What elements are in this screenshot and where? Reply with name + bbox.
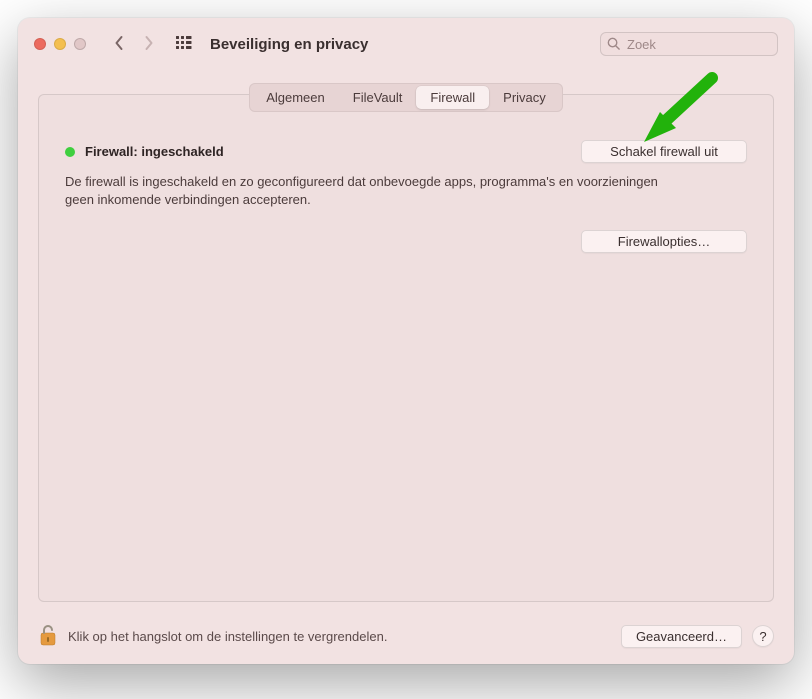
content-panel: Algemeen FileVault Firewall Privacy Fire… <box>38 94 774 602</box>
advanced-button[interactable]: Geavanceerd… <box>621 625 742 648</box>
traffic-lights <box>34 38 86 50</box>
tab-firewall[interactable]: Firewall <box>416 86 489 109</box>
tab-privacy[interactable]: Privacy <box>489 86 560 109</box>
tab-filevault[interactable]: FileVault <box>339 86 417 109</box>
window-title: Beveiliging en privacy <box>210 36 368 53</box>
chevron-left-icon[interactable] <box>114 35 124 54</box>
footer: Klik op het hangslot om de instellingen … <box>38 624 774 648</box>
grid-icon[interactable] <box>176 36 192 52</box>
nav-arrows <box>114 35 154 54</box>
firewall-status-label: Firewall: ingeschakeld <box>85 144 224 159</box>
firewall-description: De firewall is ingeschakeld en zo geconf… <box>65 173 685 208</box>
chevron-right-icon[interactable] <box>144 35 154 54</box>
status-dot-icon <box>65 147 75 157</box>
help-button[interactable]: ? <box>752 625 774 647</box>
search-icon <box>606 36 621 56</box>
tab-algemeen[interactable]: Algemeen <box>252 86 339 109</box>
lock-open-icon[interactable] <box>38 624 58 648</box>
firewall-content: Firewall: ingeschakeld Schakel firewall … <box>39 112 773 253</box>
window-titlebar: Beveiliging en privacy <box>18 18 794 70</box>
zoom-icon[interactable] <box>74 38 86 50</box>
search-wrap <box>600 32 778 56</box>
disable-firewall-button[interactable]: Schakel firewall uit <box>581 140 747 163</box>
lock-hint-text: Klik op het hangslot om de instellingen … <box>68 629 387 644</box>
minimize-icon[interactable] <box>54 38 66 50</box>
close-icon[interactable] <box>34 38 46 50</box>
firewall-status-row: Firewall: ingeschakeld Schakel firewall … <box>65 140 747 163</box>
preferences-window: Beveiliging en privacy Algemeen FileVaul… <box>18 18 794 664</box>
firewall-options-button[interactable]: Firewallopties… <box>581 230 747 253</box>
search-input[interactable] <box>600 32 778 56</box>
tab-bar: Algemeen FileVault Firewall Privacy <box>249 83 563 112</box>
